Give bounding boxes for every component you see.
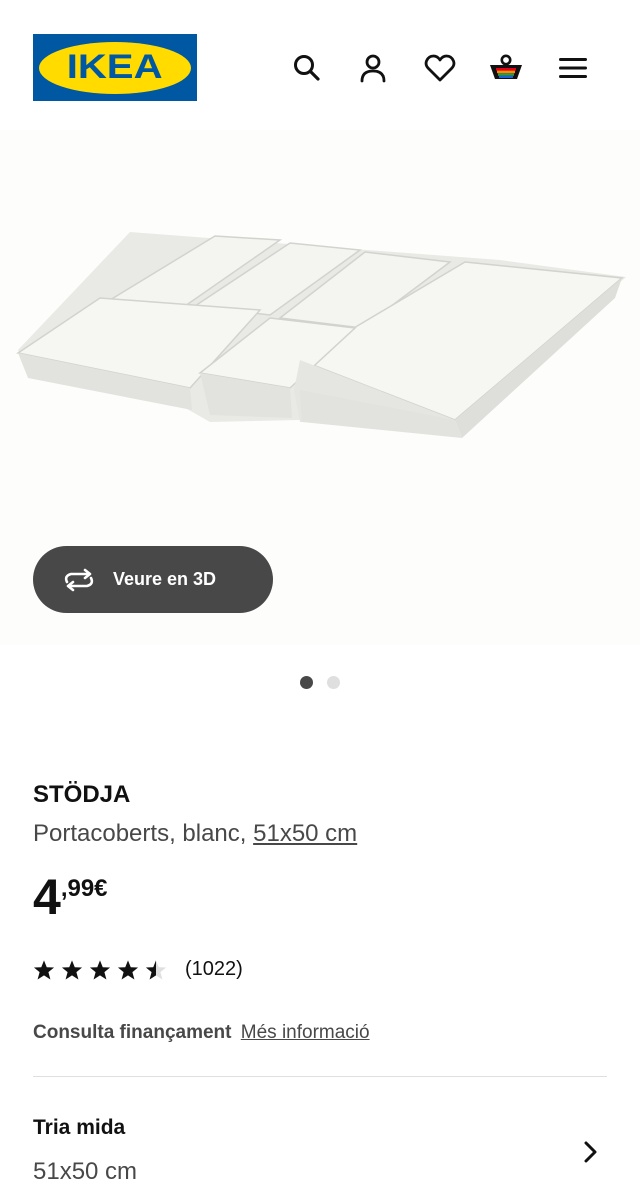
size-selector-value: 51x50 cm <box>33 1158 138 1185</box>
user-icon[interactable] <box>353 48 393 88</box>
rotate-3d-icon <box>64 568 94 591</box>
product-image <box>16 232 626 438</box>
product-image-gallery[interactable]: Veure en 3D <box>0 130 640 645</box>
heart-icon[interactable] <box>420 48 460 88</box>
gallery-pagination <box>300 676 340 689</box>
financing-more-info-link[interactable]: Més informació <box>241 1022 370 1043</box>
product-description: Portacoberts, blanc, 51x50 cm <box>33 820 357 848</box>
basket-icon[interactable] <box>486 48 526 88</box>
product-price: 4 ,99€ <box>33 868 108 926</box>
header: IKEA <box>0 0 640 130</box>
financing-label: Consulta finançament <box>33 1022 232 1043</box>
rating-count: (1022) <box>185 958 243 980</box>
logo-text: IKEA <box>67 48 163 86</box>
view-in-3d-button[interactable]: Veure en 3D <box>33 546 273 613</box>
size-selector[interactable]: Tria mida 51x50 cm <box>33 1110 607 1198</box>
rating-stars <box>33 959 167 981</box>
search-icon[interactable] <box>287 48 327 88</box>
star-full-icon <box>117 959 139 979</box>
size-selector-title: Tria mida <box>33 1116 126 1139</box>
product-size-link[interactable]: 51x50 cm <box>253 820 357 847</box>
pagination-dot-active[interactable] <box>300 676 313 689</box>
financing-info: Consulta finançament Més informació <box>33 1022 370 1044</box>
chevron-right-icon <box>584 1141 597 1163</box>
price-integer: 4 <box>33 869 61 925</box>
menu-icon[interactable] <box>553 48 593 88</box>
logo-oval: IKEA <box>39 41 191 94</box>
star-full-icon <box>89 959 111 979</box>
product-name: STÖDJA <box>33 781 131 808</box>
star-full-icon <box>61 959 83 979</box>
pagination-dot[interactable] <box>327 676 340 689</box>
section-divider <box>33 1076 607 1077</box>
product-rating[interactable]: (1022) <box>33 958 243 981</box>
product-description-text: Portacoberts, blanc, <box>33 820 254 847</box>
star-full-icon <box>33 959 55 979</box>
star-half-icon <box>145 959 167 979</box>
ikea-logo[interactable]: IKEA <box>33 34 197 101</box>
price-decimal: ,99€ <box>60 875 108 902</box>
view-in-3d-label: Veure en 3D <box>113 569 217 589</box>
